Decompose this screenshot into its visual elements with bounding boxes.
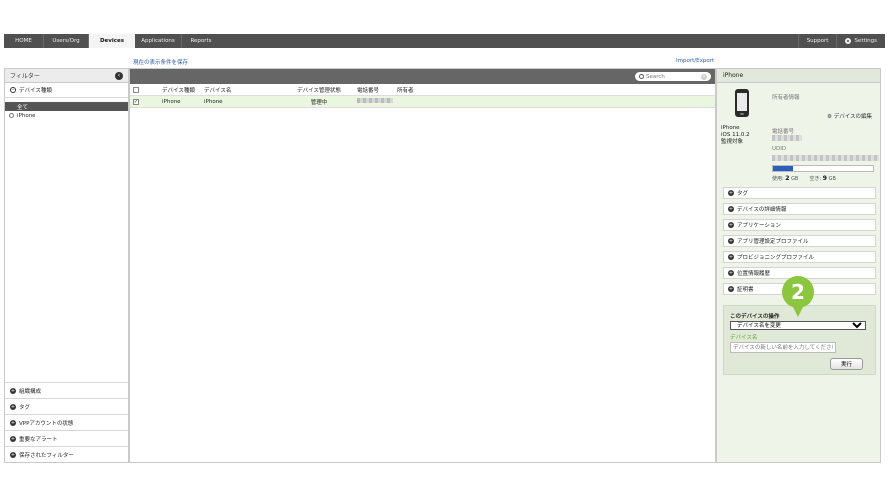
- gear-icon: [845, 38, 852, 44]
- filter-panel: フィルター ‹ – デバイス種類 全て iPhone + 組織構成 + タグ + VP…: [4, 68, 129, 463]
- filter-title: フィルター: [10, 73, 40, 80]
- phone-label: 電話番号: [772, 129, 795, 135]
- device-name-label: デバイス名: [730, 335, 758, 341]
- device-detail-panel: iPhone 所有者情報 ⚙ デバイスの編集 iPhone iOS 11.0.2…: [716, 68, 881, 463]
- col-phone[interactable]: 電話番号: [349, 86, 397, 94]
- plus-icon: +: [10, 451, 16, 458]
- actions-title: このデバイスの操作: [730, 314, 780, 320]
- plus-icon: +: [728, 238, 734, 244]
- device-summary: iPhone iOS 11.0.2 監視対象: [721, 125, 750, 145]
- col-device-type[interactable]: デバイス種類: [160, 86, 204, 94]
- filter-item-iphone[interactable]: iPhone: [5, 111, 128, 120]
- col-device-name[interactable]: デバイス名: [204, 86, 289, 94]
- support-link[interactable]: Support: [797, 34, 837, 48]
- run-button[interactable]: 実行: [830, 358, 863, 370]
- plus-icon: +: [10, 419, 16, 426]
- device-type-section[interactable]: – デバイス種類: [5, 83, 128, 98]
- save-view-link[interactable]: 現在の表示条件を保存: [133, 58, 188, 66]
- settings-link[interactable]: Settings: [836, 34, 885, 48]
- filter-section-vpp[interactable]: + VPPアカウントの状態: [5, 414, 128, 430]
- collapse-icon[interactable]: ‹: [115, 71, 123, 80]
- filter-section-saved[interactable]: + 保存されたフィルター: [5, 446, 128, 462]
- redacted-phone: [772, 135, 802, 141]
- clear-icon[interactable]: ×: [701, 73, 707, 80]
- plus-icon: +: [728, 286, 734, 292]
- plus-icon: +: [728, 270, 734, 276]
- col-owner[interactable]: 所有者: [397, 86, 457, 94]
- tab-reports[interactable]: Reports: [182, 34, 220, 48]
- radio-icon: [9, 113, 14, 118]
- plus-icon: +: [10, 387, 16, 394]
- search-placeholder: Search: [646, 73, 665, 80]
- redacted-udid: [772, 155, 879, 161]
- select-all-checkbox[interactable]: [133, 86, 139, 93]
- udid-label: UDID: [772, 146, 787, 152]
- table-header: デバイス種類 デバイス名 デバイス管理状態 電話番号 所有者: [130, 84, 715, 96]
- storage-usage-text: 使用: 2 GB 空き: 9 GB: [772, 175, 836, 182]
- plus-icon: +: [728, 222, 734, 228]
- col-management-status[interactable]: デバイス管理状態: [289, 86, 349, 94]
- plus-icon: +: [10, 403, 16, 410]
- device-name-input[interactable]: [730, 342, 836, 353]
- filter-section-org[interactable]: + 組織構成: [5, 382, 128, 398]
- filter-item-all[interactable]: 全て: [5, 102, 128, 111]
- filter-header: フィルター ‹: [5, 69, 128, 83]
- tab-devices[interactable]: Devices: [89, 34, 135, 48]
- search-icon: [639, 74, 644, 79]
- filter-bottom-sections: + 組織構成 + タグ + VPPアカウントの状態 + 重要なアラート + 保存されたフィ…: [5, 382, 128, 462]
- edit-device-link[interactable]: ⚙ デバイスの編集: [827, 112, 872, 120]
- plus-icon: +: [10, 435, 16, 442]
- section-applications[interactable]: + アプリケーション: [723, 219, 876, 231]
- filter-section-alert[interactable]: + 重要なアラート: [5, 430, 128, 446]
- minus-icon: –: [10, 87, 16, 93]
- table-row[interactable]: ✓ iPhone iPhone 管理中: [130, 96, 715, 108]
- import-export-link[interactable]: Import/Export: [676, 58, 714, 64]
- filter-section-tag[interactable]: + タグ: [5, 398, 128, 414]
- iphone-icon: [735, 89, 749, 117]
- search-box[interactable]: Search ×: [635, 72, 711, 81]
- section-app-config-profile[interactable]: + アプリ管理設定プロファイル: [723, 235, 876, 247]
- device-type-list: 全て iPhone: [5, 98, 128, 120]
- top-nav: HOME Users/Org Devices Applications Repo…: [4, 34, 885, 48]
- table-toolbar: Search ×: [130, 69, 715, 84]
- section-device-details[interactable]: + デバイスの詳細情報: [723, 203, 876, 215]
- tab-home[interactable]: HOME: [4, 34, 44, 48]
- action-select[interactable]: デバイス名を変更: [730, 321, 866, 330]
- detail-title: iPhone: [717, 69, 880, 83]
- tab-users-org[interactable]: Users/Org: [44, 34, 89, 48]
- row-checkbox[interactable]: ✓: [133, 98, 139, 105]
- plus-icon: +: [728, 206, 734, 212]
- plus-icon: +: [728, 190, 734, 196]
- owner-info-label: 所有者情報: [772, 95, 800, 101]
- section-tags[interactable]: + タグ: [723, 187, 876, 199]
- storage-usage-bar: [772, 165, 874, 172]
- step-callout-badge: 2: [782, 276, 814, 317]
- device-table: Search × デバイス種類 デバイス名 デバイス管理状態 電話番号 所有者 …: [129, 68, 716, 463]
- redacted-phone: [357, 98, 393, 103]
- plus-icon: +: [728, 254, 734, 260]
- tab-applications[interactable]: Applications: [135, 34, 182, 48]
- section-provisioning-profile[interactable]: + プロビジョニングプロファイル: [723, 251, 876, 263]
